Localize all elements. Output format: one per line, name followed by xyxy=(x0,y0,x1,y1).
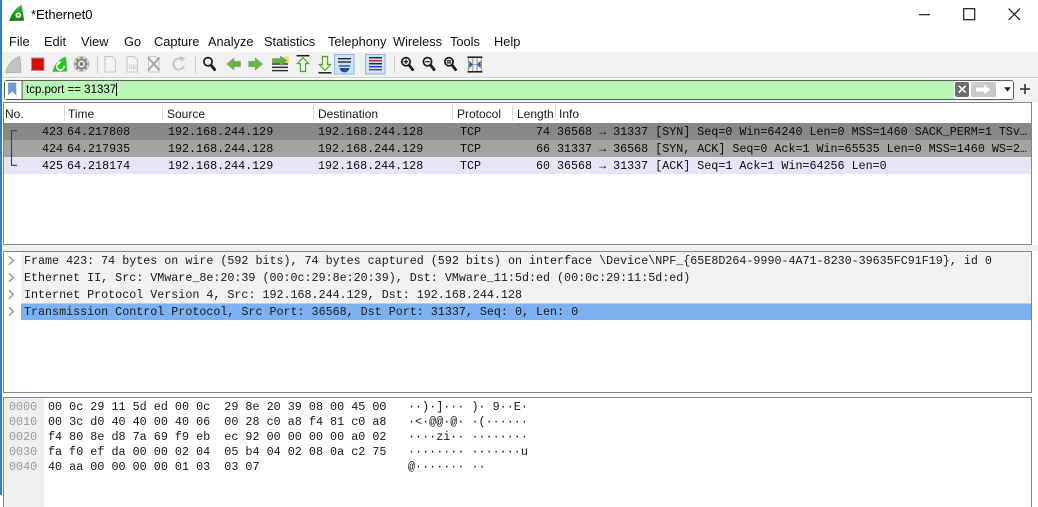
svg-text:010: 010 xyxy=(129,65,140,71)
